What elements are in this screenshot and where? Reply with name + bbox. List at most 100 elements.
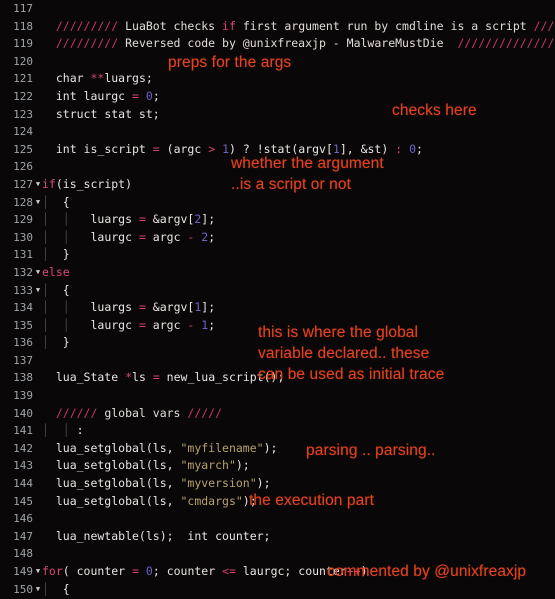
code-token-src: ]; (201, 300, 216, 315)
code-line[interactable]: 121 char **luargs; (0, 70, 555, 88)
fold-arrow-icon[interactable]: ▼ (34, 563, 42, 581)
code-text: : (77, 422, 84, 440)
annot-global2: variable declared.. these (258, 345, 430, 362)
fold-arrow-icon[interactable]: ▼ (34, 282, 42, 300)
line-number: 129 (13, 213, 33, 227)
line-number: 143 (13, 459, 33, 473)
code-line[interactable]: 119 ///////// Reversed code by @unixfrea… (0, 35, 555, 53)
code-token-cmtd: ///////// (42, 18, 126, 33)
code-token-src: { (62, 282, 70, 297)
code-token-kw: if (42, 176, 56, 191)
code-line[interactable]: 140 ////// global vars ///// (0, 405, 555, 423)
code-line[interactable]: 146 (0, 510, 555, 528)
code-token-src: { (62, 581, 70, 596)
code-text: { (63, 581, 70, 599)
line-number: 135 (13, 318, 33, 332)
code-token-op: = (138, 229, 146, 244)
code-token-src: (argc (159, 141, 209, 156)
code-token-op: = (132, 564, 139, 578)
code-line[interactable]: 144 lua_setglobal(ls, "myversion"); (0, 475, 555, 493)
code-token-op: = (152, 141, 160, 156)
code-text: luargs = &argv[1]; (83, 299, 216, 317)
code-token-cmtd: /////////// (533, 18, 555, 33)
code-token-kw: if (222, 18, 236, 33)
fold-arrow-icon[interactable]: ▼ (34, 581, 42, 599)
line-number: 145 (13, 494, 33, 508)
line-number: 125 (13, 142, 33, 156)
code-line[interactable]: 133 ▼ │ { (0, 282, 555, 300)
line-number: 120 (13, 54, 33, 68)
code-token-cmtd: //////////////////// (457, 36, 555, 51)
code-text: ////// global vars ///// (42, 405, 222, 423)
code-line[interactable]: 150 ▼ │ { (0, 581, 555, 599)
code-token-op: = (152, 370, 160, 385)
code-line[interactable]: 143 lua_setglobal(ls, "myarch"); (0, 457, 555, 475)
code-text: luargs = &argv[2]; (84, 211, 215, 229)
code-token-src: stat st; (104, 106, 160, 121)
code-line[interactable]: 131 │ } (0, 246, 555, 264)
code-token-src: &argv[ (145, 212, 195, 227)
code-token-src: luargs; (104, 71, 153, 86)
indent-guide: │ (42, 282, 63, 297)
code-text: { (63, 194, 70, 212)
code-line[interactable]: 148 (0, 545, 555, 563)
line-number: 139 (13, 389, 33, 403)
annot-whether: whether the argument (231, 155, 384, 172)
code-line[interactable]: 142 lua_setglobal(ls, "myfilename"); (0, 440, 555, 458)
code-token-num: 0 (409, 141, 417, 156)
code-line[interactable]: 128 ▼ │ { (0, 194, 555, 212)
annot-preps: preps for the args (168, 54, 292, 71)
code-line[interactable]: 117 (0, 0, 555, 18)
code-token-src: argc (145, 229, 188, 244)
line-number: 127 (13, 177, 33, 191)
code-line[interactable]: 134 │ │ luargs = &argv[1]; (0, 299, 555, 317)
code-line[interactable]: 132 ▼ else (0, 264, 555, 282)
line-number: 130 (13, 230, 33, 244)
code-token-str: "myversion" (180, 476, 257, 491)
code-token-op: = (132, 88, 139, 103)
line-number: 118 (13, 19, 33, 33)
code-token-kw: else (42, 264, 70, 279)
code-text: lua_setglobal(ls, "myversion"); (42, 475, 271, 493)
line-number: 119 (13, 37, 33, 51)
code-line[interactable]: 124 (0, 123, 555, 141)
indent-guide: │ │ (42, 300, 84, 315)
code-line[interactable]: 130 │ │ laurgc = argc - 2; (0, 229, 555, 247)
code-token-op: = (138, 212, 146, 227)
indent-guide: │ (42, 581, 63, 596)
fold-arrow-icon[interactable]: ▼ (34, 264, 42, 282)
line-number: 134 (13, 301, 33, 315)
line-number: 144 (13, 477, 33, 491)
code-token-str: "myfilename" (180, 440, 264, 455)
code-token-src: ; (208, 317, 216, 332)
line-number: 131 (13, 248, 33, 262)
annot-global1: this is where the global (258, 324, 419, 341)
code-token-type: char (42, 71, 91, 86)
code-token-src: lua_setglobal(ls, (42, 493, 181, 508)
code-token-src: ; (152, 88, 160, 103)
annot-isscript: ..is a script or not (231, 176, 352, 193)
fold-arrow-icon[interactable]: ▼ (34, 194, 42, 212)
code-text: lua_newtable(ls); int counter; (42, 528, 271, 546)
code-token-num: 0 (145, 88, 153, 103)
code-line[interactable]: 129 │ │ luargs = &argv[2]; (0, 211, 555, 229)
line-number: 138 (13, 371, 33, 385)
code-token-src: lua_setglobal(ls, (42, 476, 181, 491)
code-line[interactable]: 147 lua_newtable(ls); int counter; (0, 528, 555, 546)
annot-global3: can be used as initial trace (258, 366, 445, 383)
line-number: 133 (13, 283, 33, 297)
line-number: 142 (13, 441, 33, 455)
code-text: lua_setglobal(ls, "myarch"); (42, 457, 250, 475)
code-editor-view[interactable]: 117 118 ///////// LuaBot checks if first … (0, 0, 555, 599)
line-number: 128 (13, 195, 33, 209)
code-line[interactable]: 139 (0, 387, 555, 405)
code-token-src: luargs (83, 300, 139, 315)
fold-arrow-icon[interactable]: ▼ (34, 176, 42, 194)
code-line[interactable]: 118 ///////// LuaBot checks if first arg… (0, 18, 555, 36)
code-token-cmtd: ///// (187, 405, 223, 420)
code-token-src: (is_script) (55, 176, 133, 191)
code-token-src: ; counter (152, 564, 223, 578)
indent-guide: │ │ (42, 317, 84, 332)
code-token-cmtd: ///////// (42, 36, 126, 51)
code-line[interactable]: 141 │ │ : (0, 422, 555, 440)
